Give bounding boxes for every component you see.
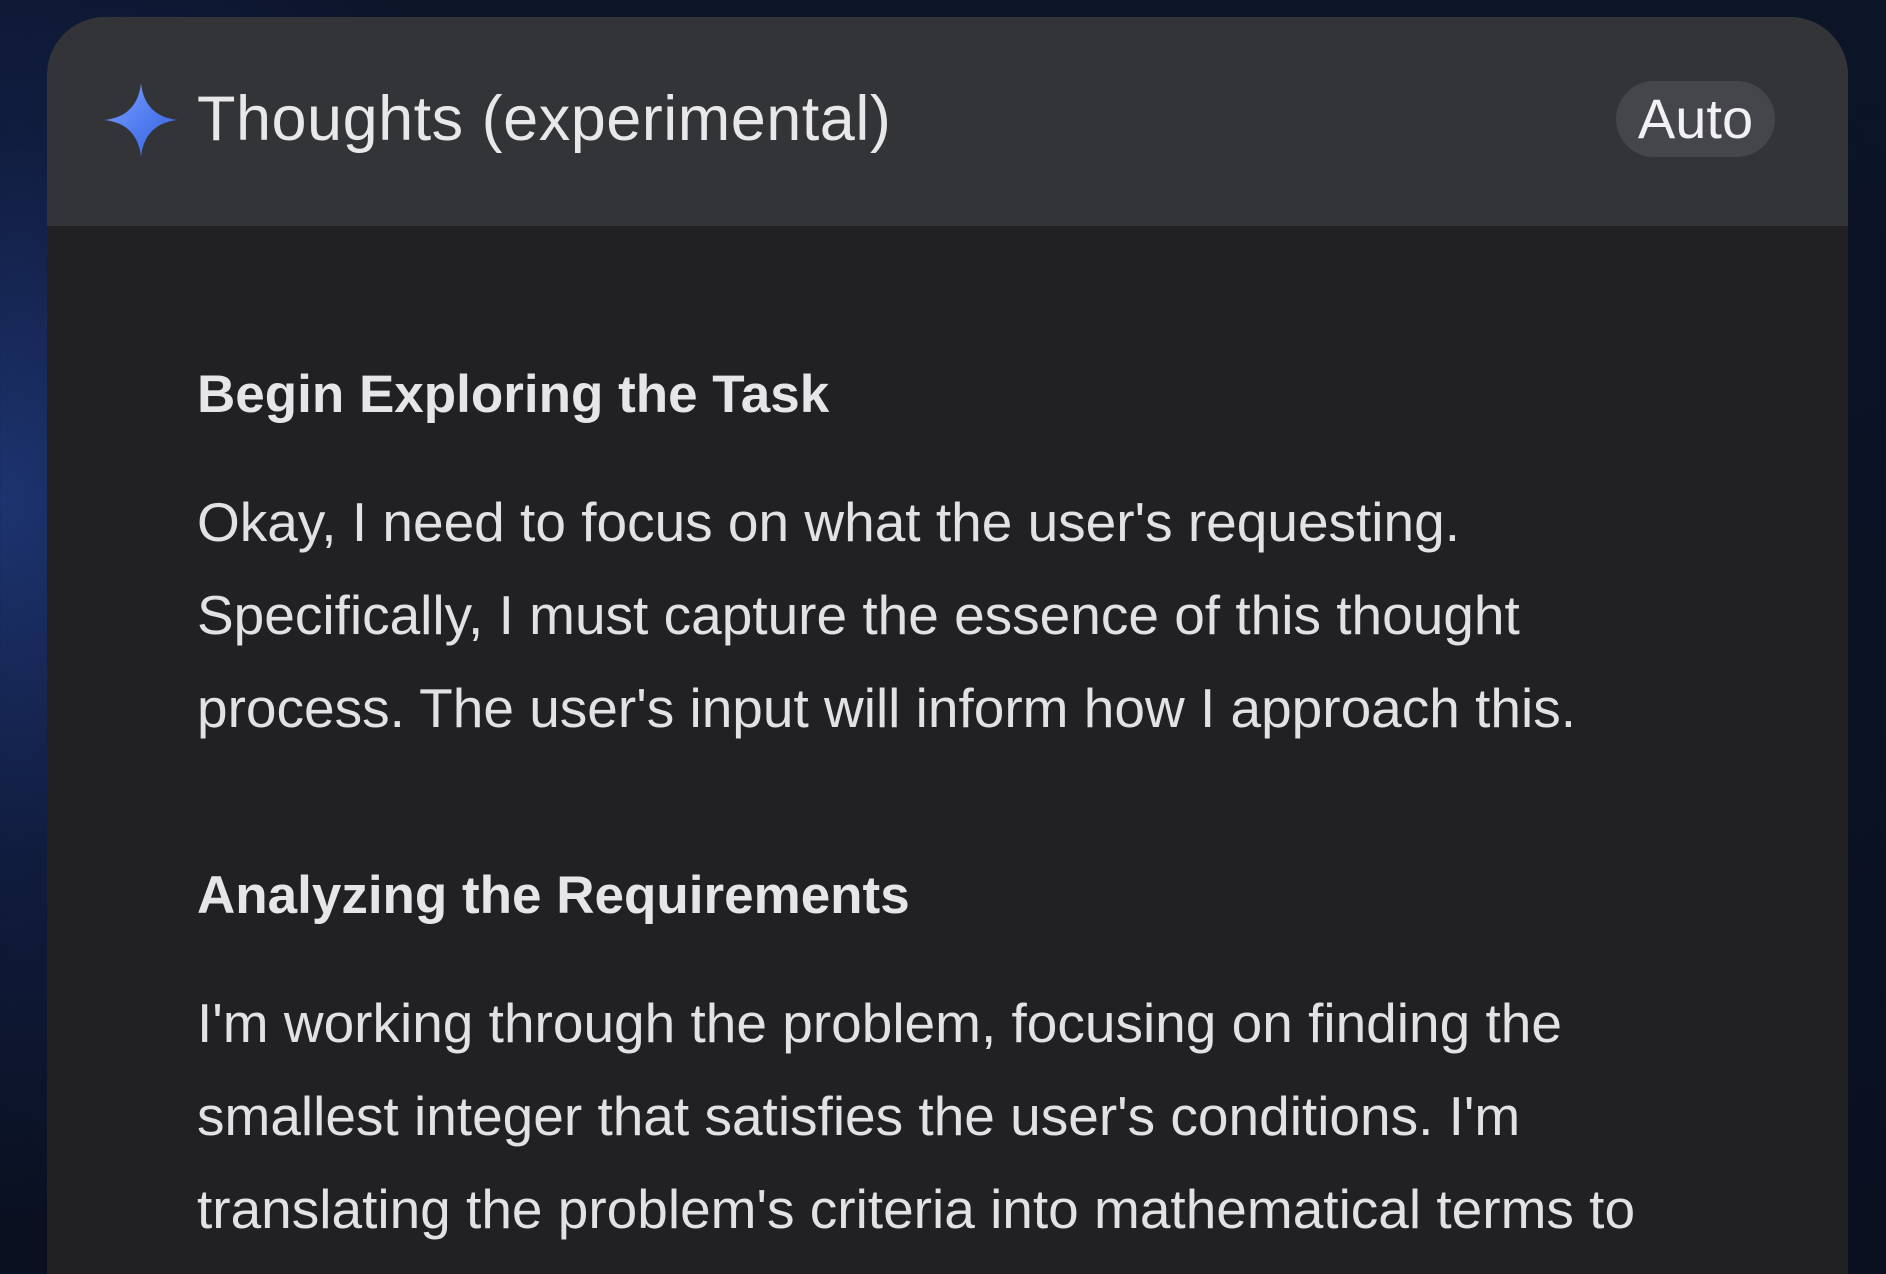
panel-title: Thoughts (experimental) — [197, 84, 892, 154]
thought-line: I'm working through the problem, focusin… — [197, 992, 1562, 1054]
mode-chip-auto[interactable]: Auto — [1616, 81, 1775, 157]
thought-line: translating the problem's criteria into … — [197, 1178, 1636, 1240]
thoughts-header[interactable]: Thoughts (experimental) Auto — [47, 17, 1848, 226]
thought-line: Specifically, I must capture the essence… — [197, 584, 1520, 646]
thought-line: smallest integer that satisfies the user… — [197, 1085, 1521, 1147]
sparkle-icon — [104, 83, 178, 157]
thought-line: process. The user's input will inform ho… — [197, 677, 1577, 739]
thoughts-panel: Thoughts (experimental) Auto Begin Explo… — [47, 17, 1848, 1274]
thought-paragraph: I'm working through the problem, focusin… — [197, 977, 1777, 1256]
thought-heading: Begin Exploring the Task — [197, 365, 830, 424]
thought-heading: Analyzing the Requirements — [197, 866, 910, 925]
thought-line: Okay, I need to focus on what the user's… — [197, 491, 1460, 553]
thought-paragraph: Okay, I need to focus on what the user's… — [197, 476, 1777, 755]
